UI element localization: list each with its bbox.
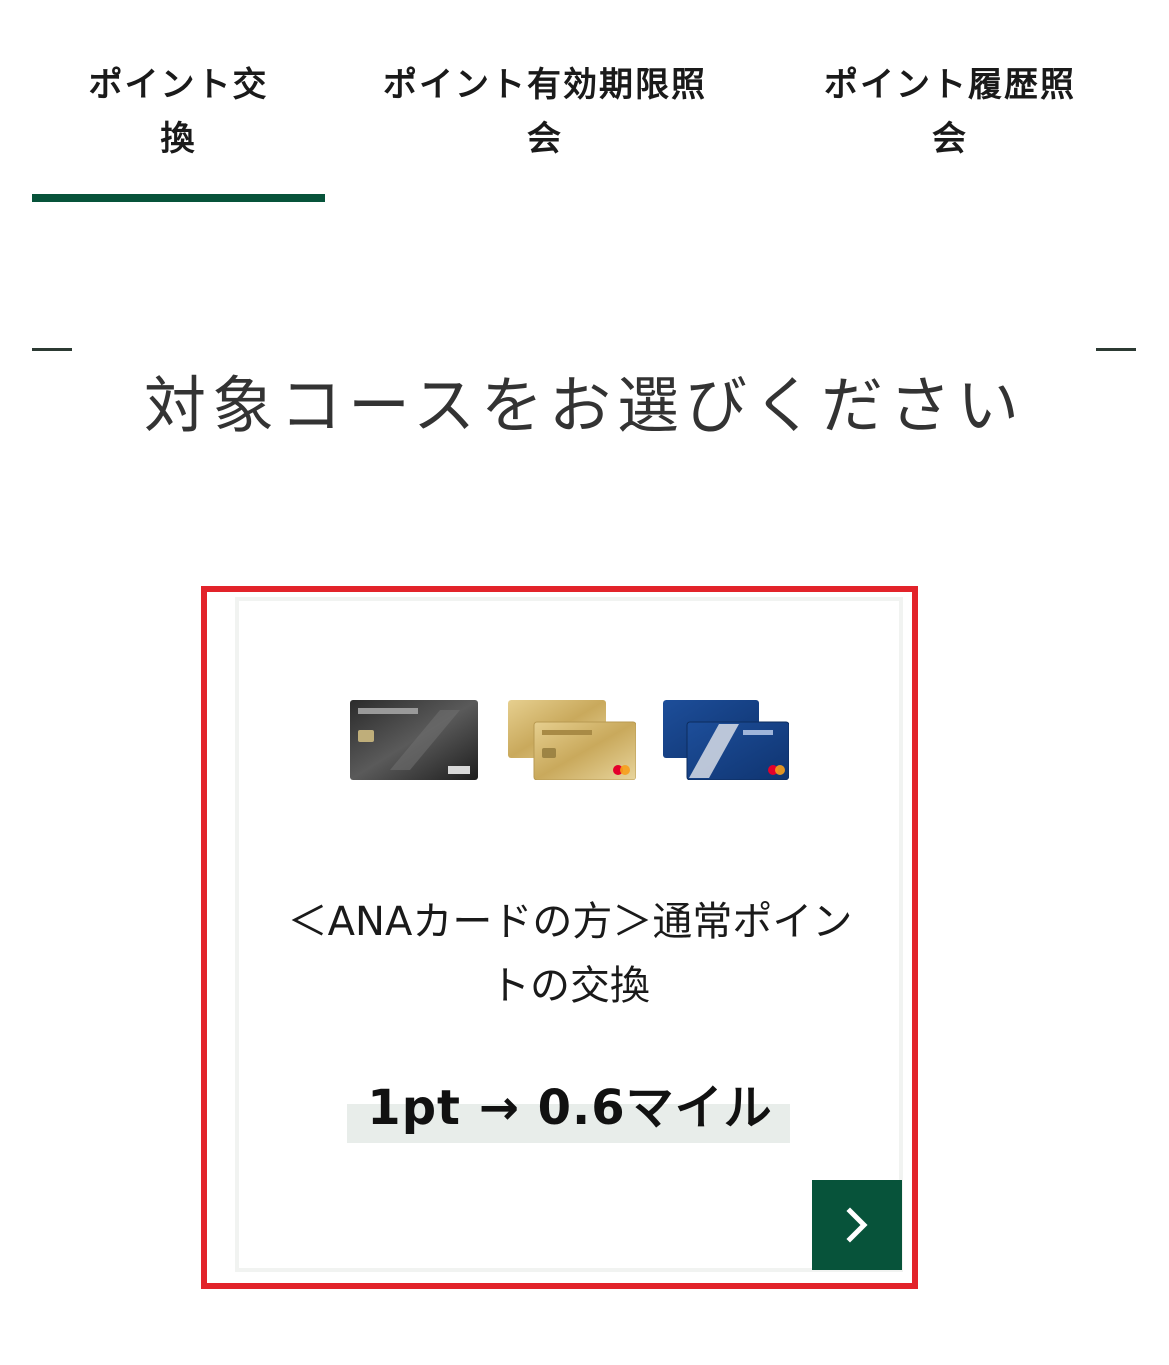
heading-dash-left [32, 348, 72, 351]
tab-label-line2: 会 [527, 119, 563, 159]
active-tab-indicator [32, 194, 325, 202]
exchange-rate: 1pt → 0.6マイル [367, 1080, 773, 1136]
heading-dash-right [1096, 348, 1136, 351]
card-blue-icon [663, 700, 789, 780]
card-black-icon [350, 700, 478, 780]
tab-point-expiry[interactable]: ポイント有効期限照 会 [345, 58, 745, 166]
tab-point-history[interactable]: ポイント履歴照 会 [790, 58, 1110, 166]
course-select-button[interactable] [812, 1180, 902, 1270]
tab-label-line2: 会 [932, 119, 968, 159]
section-heading: 対象コースをお選びください [0, 300, 1169, 442]
tab-label-line2: 換 [160, 119, 197, 159]
page-title: 対象コースをお選びください [144, 369, 1025, 443]
tab-label-line1: ポイント履歴照 [824, 65, 1076, 105]
tab-label-line1: ポイント有効期限照 [383, 65, 707, 105]
tab-bar: ポイント交 換 ポイント有効期限照 会 ポイント履歴照 会 [0, 0, 1169, 210]
course-title-line2: トの交換 [490, 963, 650, 1009]
tab-point-exchange[interactable]: ポイント交 換 [32, 58, 325, 166]
chevron-right-icon [846, 1207, 868, 1243]
card-gold-icon [508, 700, 636, 780]
course-title: ＜ANAカードの方＞通常ポイン トの交換 [260, 890, 880, 1018]
tab-label-line1: ポイント交 [88, 65, 269, 105]
course-title-line1: ＜ANAカードの方＞通常ポイン [287, 899, 853, 945]
